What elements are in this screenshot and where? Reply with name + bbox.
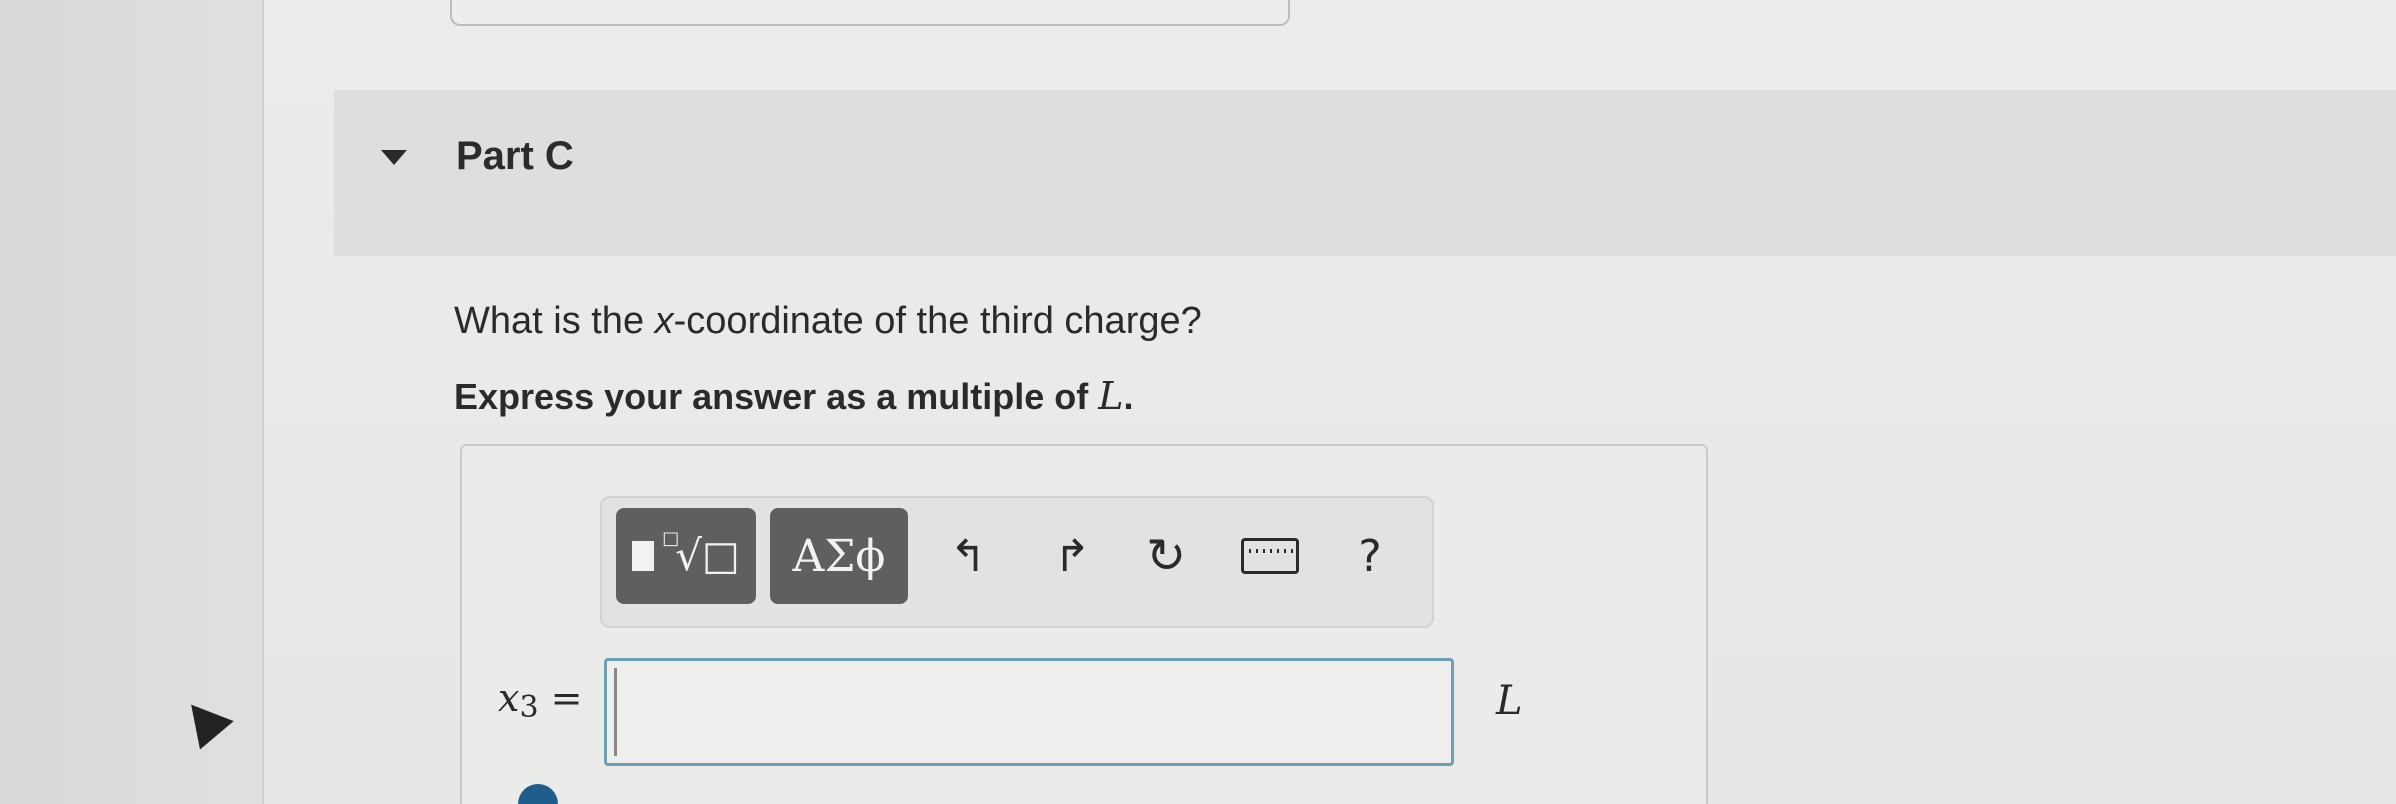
part-header[interactable]: Part C — [334, 90, 2396, 256]
previous-part-box — [450, 0, 1290, 26]
text-caret — [614, 668, 617, 756]
radicand-box: □ — [701, 533, 740, 579]
reset-button[interactable]: ↻ — [1126, 508, 1206, 604]
keyboard-button[interactable] — [1230, 508, 1310, 604]
answer-variable: x — [498, 676, 520, 720]
left-gutter — [0, 0, 262, 804]
undo-button[interactable]: ↰ — [928, 508, 1008, 604]
redo-button[interactable]: ↱ — [1032, 508, 1112, 604]
greek-symbols-button[interactable]: ΑΣϕ — [770, 508, 908, 604]
help-icon: ? — [1358, 530, 1382, 582]
redo-icon: ↱ — [1053, 530, 1091, 582]
question-text: What is the x-coordinate of the third ch… — [454, 300, 1202, 343]
answer-box: □ √ □ ΑΣϕ ↰ ↱ ↻ ? x3 = L — [460, 444, 1708, 804]
instruction-variable: L — [1098, 374, 1124, 418]
greek-symbols-icon: ΑΣϕ — [792, 530, 886, 582]
question-suffix: -coordinate of the third charge? — [673, 300, 1202, 342]
answer-input[interactable] — [604, 658, 1454, 766]
instruction-prefix: Express your answer as a multiple of — [454, 376, 1099, 417]
math-toolbar: □ √ □ ΑΣϕ ↰ ↱ ↻ ? — [600, 496, 1434, 628]
templates-icon — [632, 541, 655, 571]
question-prefix: What is the — [454, 300, 655, 342]
answer-unit: L — [1496, 678, 1523, 724]
templates-button[interactable]: □ √ □ — [616, 508, 756, 604]
answer-instruction: Express your answer as a multiple of L. — [454, 374, 1134, 418]
collapse-triangle-icon[interactable] — [381, 150, 407, 165]
keyboard-icon — [1241, 538, 1299, 574]
part-title: Part C — [456, 134, 574, 178]
answer-equals: = — [538, 676, 583, 720]
question-variable: x — [654, 300, 674, 342]
reset-icon: ↻ — [1145, 528, 1187, 584]
answer-variable-label: x3 = — [498, 676, 583, 725]
answer-subscript: 3 — [519, 690, 539, 725]
instruction-suffix: . — [1123, 376, 1134, 417]
radical-glyph: √ — [675, 531, 702, 580]
root-index-box: □ — [662, 527, 680, 549]
help-button[interactable]: ? — [1330, 508, 1410, 604]
undo-icon: ↰ — [949, 530, 987, 582]
